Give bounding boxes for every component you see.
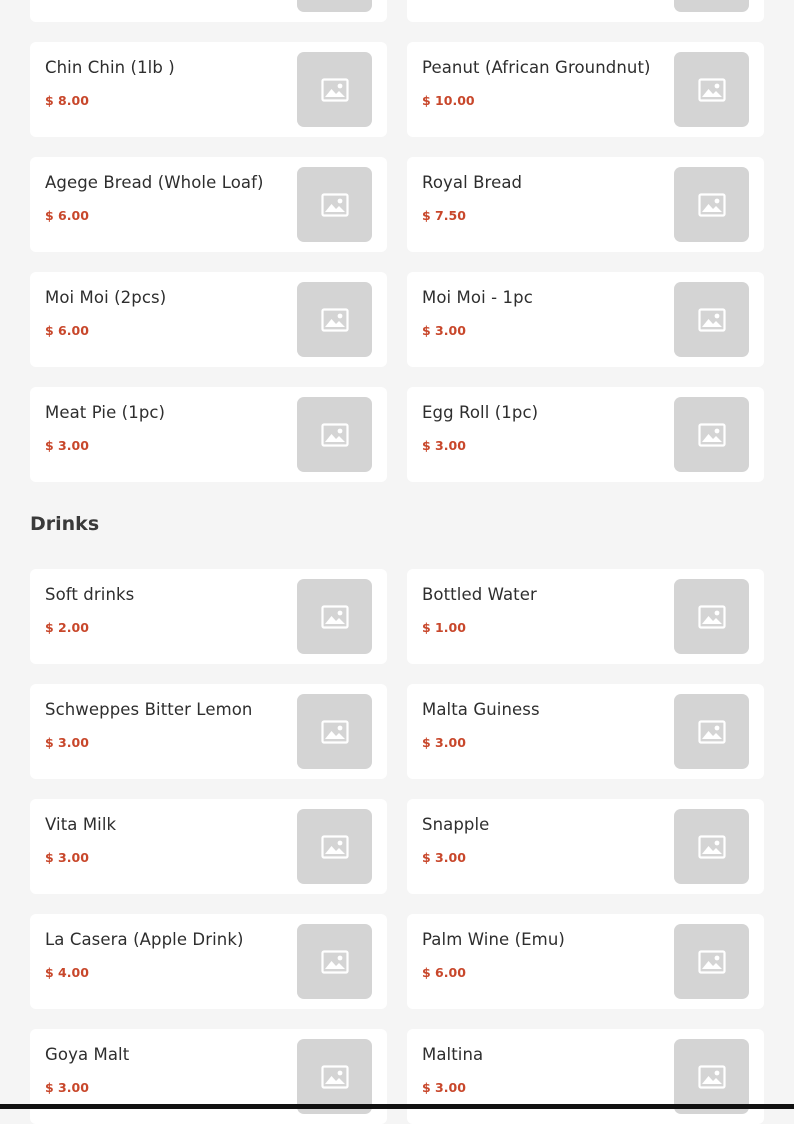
- image-placeholder-icon: [697, 1064, 726, 1089]
- menu-item-image: [674, 1039, 749, 1114]
- bottom-edge-bar: [0, 1104, 794, 1109]
- menu-item-price: $ 3.00: [422, 438, 466, 453]
- menu-item-name: Palm Wine (Emu): [422, 930, 565, 949]
- menu-item-price: $ 3.00: [45, 735, 89, 750]
- menu-item-image: [297, 167, 372, 242]
- menu-item-image: [674, 809, 749, 884]
- menu-item-image: [674, 0, 749, 12]
- menu-item-price: $ 3.00: [422, 1080, 466, 1095]
- menu-item-image: [297, 579, 372, 654]
- menu-item-image: [297, 0, 372, 12]
- menu-item-card[interactable]: Moi Moi (2pcs) $ 6.00: [30, 272, 387, 367]
- menu-item-image: [674, 694, 749, 769]
- menu-item-image: [297, 809, 372, 884]
- menu-item-card[interactable]: Chin Chin (1lb ) $ 8.00: [30, 42, 387, 137]
- menu-item-price: $ 3.00: [45, 438, 89, 453]
- menu-item-price: $ 3.00: [45, 850, 89, 865]
- menu-item-name: Agege Bread (Whole Loaf): [45, 173, 264, 192]
- menu-item-card[interactable]: Goya Malt $ 3.00: [30, 1029, 387, 1124]
- menu-item-card[interactable]: Meat Pie (1pc) $ 3.00: [30, 387, 387, 482]
- image-placeholder-icon: [697, 719, 726, 744]
- image-placeholder-icon: [697, 77, 726, 102]
- menu-item-image: [297, 924, 372, 999]
- menu-item-name: Moi Moi (2pcs): [45, 288, 167, 307]
- section-title-drinks: Drinks: [30, 513, 100, 535]
- menu-item-price: $ 6.00: [45, 208, 89, 223]
- image-placeholder-icon: [697, 307, 726, 332]
- menu-item-image: [297, 694, 372, 769]
- menu-item-price: $ 3.00: [422, 850, 466, 865]
- menu-item-image: [297, 397, 372, 472]
- menu-item-card[interactable]: Bottled Water $ 1.00: [407, 569, 764, 664]
- menu-item-image: [674, 52, 749, 127]
- image-placeholder-icon: [320, 77, 349, 102]
- menu-item-image: [674, 397, 749, 472]
- menu-item-name: Royal Bread: [422, 173, 523, 192]
- menu-item-name: Schweppes Bitter Lemon: [45, 700, 253, 719]
- menu-item-image: [297, 1039, 372, 1114]
- menu-item-price: $ 7.50: [422, 208, 466, 223]
- menu-item-name: Goya Malt: [45, 1045, 130, 1064]
- menu-item-name: Meat Pie (1pc): [45, 403, 166, 422]
- menu-item-price: $ 2.00: [45, 620, 89, 635]
- image-placeholder-icon: [320, 834, 349, 859]
- menu-item-card[interactable]: Royal Bread $ 7.50: [407, 157, 764, 252]
- menu-item-card[interactable]: Egg Roll (1pc) $ 3.00: [407, 387, 764, 482]
- menu-item-name: Malta Guiness: [422, 700, 540, 719]
- menu-item-name: Snapple: [422, 815, 490, 834]
- menu-item-card[interactable]: [30, 0, 387, 22]
- image-placeholder-icon: [697, 604, 726, 629]
- image-placeholder-icon: [320, 192, 349, 217]
- menu-item-image: [674, 167, 749, 242]
- menu-item-card[interactable]: [407, 0, 764, 22]
- menu-item-name: Vita Milk: [45, 815, 117, 834]
- menu-item-card[interactable]: Vita Milk $ 3.00: [30, 799, 387, 894]
- menu-item-image: [297, 52, 372, 127]
- menu-item-name: Egg Roll (1pc): [422, 403, 539, 422]
- menu-item-price: $ 6.00: [45, 323, 89, 338]
- menu-item-name: Chin Chin (1lb ): [45, 58, 175, 77]
- menu-item-image: [674, 282, 749, 357]
- menu-item-card[interactable]: La Casera (Apple Drink) $ 4.00: [30, 914, 387, 1009]
- menu-item-price: $ 6.00: [422, 965, 466, 980]
- image-placeholder-icon: [320, 719, 349, 744]
- menu-item-price: $ 4.00: [45, 965, 89, 980]
- menu-item-card[interactable]: Agege Bread (Whole Loaf) $ 6.00: [30, 157, 387, 252]
- menu-item-name: Maltina: [422, 1045, 484, 1064]
- menu-item-name: Moi Moi - 1pc: [422, 288, 533, 307]
- menu-item-name: Soft drinks: [45, 585, 135, 604]
- menu-item-image: [297, 282, 372, 357]
- image-placeholder-icon: [697, 192, 726, 217]
- menu-item-name: La Casera (Apple Drink): [45, 930, 244, 949]
- image-placeholder-icon: [320, 307, 349, 332]
- menu-item-card[interactable]: Peanut (African Groundnut) $ 10.00: [407, 42, 764, 137]
- menu-item-card[interactable]: Malta Guiness $ 3.00: [407, 684, 764, 779]
- menu-item-card[interactable]: Snapple $ 3.00: [407, 799, 764, 894]
- menu-item-price: $ 10.00: [422, 93, 475, 108]
- menu-item-image: [674, 579, 749, 654]
- image-placeholder-icon: [697, 949, 726, 974]
- menu-item-name: Peanut (African Groundnut): [422, 58, 651, 77]
- menu-item-card[interactable]: Soft drinks $ 2.00: [30, 569, 387, 664]
- menu-item-price: $ 3.00: [422, 735, 466, 750]
- menu-item-name: Bottled Water: [422, 585, 537, 604]
- image-placeholder-icon: [320, 949, 349, 974]
- menu-item-card[interactable]: Schweppes Bitter Lemon $ 3.00: [30, 684, 387, 779]
- image-placeholder-icon: [697, 834, 726, 859]
- menu-item-price: $ 8.00: [45, 93, 89, 108]
- menu-item-image: [674, 924, 749, 999]
- menu-item-card[interactable]: Palm Wine (Emu) $ 6.00: [407, 914, 764, 1009]
- menu-item-price: $ 3.00: [422, 323, 466, 338]
- image-placeholder-icon: [697, 422, 726, 447]
- menu-item-price: $ 3.00: [45, 1080, 89, 1095]
- menu-item-card[interactable]: Moi Moi - 1pc $ 3.00: [407, 272, 764, 367]
- image-placeholder-icon: [320, 1064, 349, 1089]
- image-placeholder-icon: [320, 422, 349, 447]
- menu-item-card[interactable]: Maltina $ 3.00: [407, 1029, 764, 1124]
- image-placeholder-icon: [320, 604, 349, 629]
- menu-item-price: $ 1.00: [422, 620, 466, 635]
